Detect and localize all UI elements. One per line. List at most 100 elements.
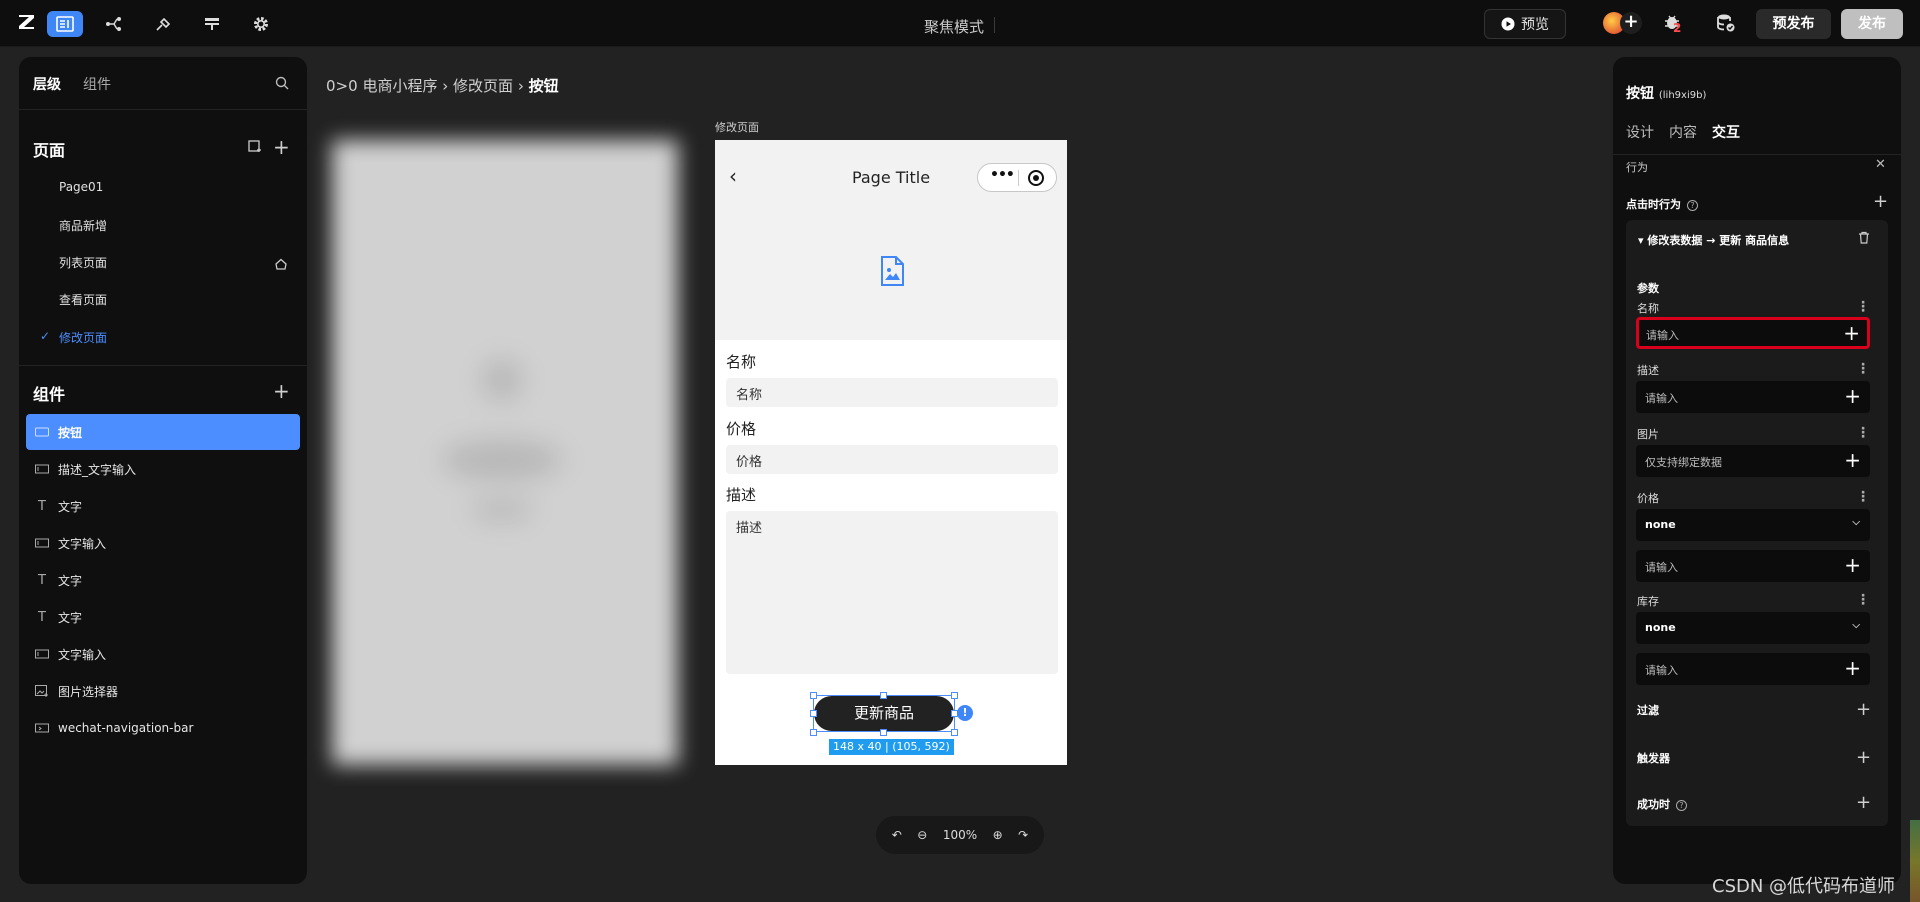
- plugin-icon[interactable]: [145, 11, 181, 37]
- more-vertical-icon[interactable]: ⋮: [1856, 300, 1870, 314]
- description-textarea[interactable]: 描述: [726, 511, 1058, 674]
- tab-components[interactable]: 组件: [83, 74, 111, 94]
- price-input[interactable]: 价格: [726, 445, 1058, 474]
- resize-handle[interactable]: [951, 692, 958, 699]
- component-item-text-input[interactable]: 文字输入: [26, 636, 300, 672]
- param-name-label: 名称: [1637, 302, 1659, 315]
- flow-icon[interactable]: [96, 11, 132, 37]
- add-binding-icon[interactable]: +: [1844, 658, 1861, 678]
- tab-design[interactable]: 设计: [1626, 122, 1654, 142]
- phone-page-frame[interactable]: ‹ Page Title ••• 名称 名称 价格 价格 描述 描述 更新商品 …: [715, 140, 1067, 765]
- param-price-input[interactable]: 请输入 +: [1636, 550, 1870, 582]
- undo-icon[interactable]: ↶: [892, 828, 902, 842]
- caret-down-icon: ▾: [1638, 234, 1648, 247]
- page-item-list[interactable]: 列表页面: [59, 254, 107, 271]
- zoom-out-icon[interactable]: ⊖: [917, 828, 927, 842]
- add-component-icon[interactable]: +: [273, 381, 290, 401]
- more-vertical-icon[interactable]: ⋮: [1856, 426, 1870, 440]
- focus-mode-label[interactable]: 聚焦模式: [924, 16, 984, 37]
- add-page-icon[interactable]: +: [273, 137, 290, 157]
- param-stock-placeholder: 请输入: [1645, 664, 1678, 677]
- component-label: 图片选择器: [58, 684, 119, 699]
- close-circle-icon[interactable]: [1028, 170, 1044, 186]
- name-input[interactable]: 名称: [726, 378, 1058, 407]
- component-item-text[interactable]: T 文字: [26, 562, 300, 598]
- price-label: 价格: [726, 420, 757, 438]
- preview-label: 预览: [1521, 17, 1549, 33]
- add-on-success-icon[interactable]: +: [1856, 794, 1871, 812]
- add-trigger-icon[interactable]: +: [1856, 749, 1871, 767]
- param-price-select[interactable]: none ⌵: [1636, 509, 1870, 541]
- help-icon[interactable]: ?: [1676, 799, 1687, 811]
- param-name-input[interactable]: 请输入 +: [1636, 317, 1870, 349]
- resize-handle[interactable]: [880, 729, 887, 736]
- publish-button[interactable]: 发布: [1841, 9, 1903, 39]
- blurred-page-preview[interactable]: [332, 140, 678, 765]
- component-item-button[interactable]: 按钮: [26, 414, 300, 450]
- update-product-button[interactable]: 更新商品: [814, 696, 954, 731]
- resize-handle[interactable]: [810, 710, 817, 717]
- breadcrumb-app[interactable]: 电商小程序: [362, 77, 437, 95]
- add-binding-icon[interactable]: +: [1843, 323, 1860, 343]
- logo-icon[interactable]: [18, 13, 36, 31]
- component-title: 按钮 (lih9xi9b): [1626, 83, 1706, 103]
- mini-program-capsule[interactable]: •••: [977, 163, 1057, 192]
- add-folder-icon[interactable]: [248, 139, 262, 153]
- param-image-input[interactable]: 仅支持绑定数据 +: [1636, 445, 1870, 477]
- add-click-behavior-icon[interactable]: +: [1873, 193, 1888, 211]
- search-icon[interactable]: [275, 76, 289, 90]
- wechat-navigation-bar[interactable]: ‹ Page Title •••: [715, 140, 1067, 216]
- action-header[interactable]: ▾ 修改表数据 → 更新 商品信息: [1638, 232, 1789, 248]
- param-desc-input[interactable]: 请输入 +: [1636, 381, 1870, 413]
- breadcrumb-root[interactable]: 0>0: [326, 77, 358, 95]
- more-vertical-icon[interactable]: ⋮: [1856, 490, 1870, 504]
- tab-layers[interactable]: 层级: [33, 74, 61, 94]
- page-item-page01[interactable]: Page01: [59, 180, 103, 194]
- help-icon[interactable]: ?: [1687, 199, 1698, 211]
- page-item-edit[interactable]: 修改页面: [59, 329, 107, 346]
- more-vertical-icon[interactable]: ⋮: [1856, 593, 1870, 607]
- zoom-in-icon[interactable]: ⊕: [993, 828, 1003, 842]
- collapse-icon[interactable]: ✕: [1875, 157, 1886, 172]
- components-section-title: 组件: [33, 385, 66, 404]
- breadcrumb-page[interactable]: 修改页面: [453, 77, 513, 95]
- add-filter-icon[interactable]: +: [1856, 701, 1871, 719]
- component-item-text-input[interactable]: 文字输入: [26, 525, 300, 561]
- resize-handle[interactable]: [810, 692, 817, 699]
- more-vertical-icon[interactable]: ⋮: [1856, 362, 1870, 376]
- add-binding-icon[interactable]: +: [1844, 386, 1861, 406]
- param-stock-input[interactable]: 请输入 +: [1636, 653, 1870, 685]
- add-collaborator-icon[interactable]: +: [1620, 12, 1642, 34]
- delete-icon[interactable]: [1858, 231, 1870, 244]
- text-input-icon: [34, 647, 50, 661]
- prepublish-button[interactable]: 预发布: [1756, 9, 1831, 39]
- component-label: wechat-navigation-bar: [58, 721, 194, 735]
- preview-button[interactable]: 预览: [1484, 9, 1566, 39]
- component-item-text[interactable]: T 文字: [26, 599, 300, 635]
- component-item-desc-input[interactable]: 描述_文字输入: [26, 451, 300, 487]
- tab-content[interactable]: 内容: [1669, 122, 1697, 142]
- redo-icon[interactable]: ↷: [1018, 828, 1028, 842]
- focus-divider: [994, 17, 995, 33]
- component-label: 按钮: [58, 425, 83, 440]
- add-binding-icon[interactable]: +: [1844, 450, 1861, 470]
- resize-handle[interactable]: [810, 729, 817, 736]
- image-file-icon: [881, 256, 904, 286]
- component-item-nav-bar[interactable]: wechat-navigation-bar: [26, 710, 300, 746]
- param-stock-select[interactable]: none ⌵: [1636, 612, 1870, 644]
- warning-icon[interactable]: !: [957, 705, 973, 721]
- resize-handle[interactable]: [951, 729, 958, 736]
- resize-handle[interactable]: [880, 692, 887, 699]
- component-item-image-picker[interactable]: 图片选择器: [26, 673, 300, 709]
- add-binding-icon[interactable]: +: [1844, 555, 1861, 575]
- component-item-text[interactable]: T 文字: [26, 488, 300, 524]
- settings-gear-icon[interactable]: [243, 11, 279, 37]
- page-item-add-product[interactable]: 商品新增: [59, 217, 107, 234]
- database-check-icon[interactable]: [1716, 13, 1736, 33]
- pages-icon[interactable]: [47, 11, 83, 37]
- tab-interaction[interactable]: 交互: [1712, 122, 1740, 142]
- data-table-icon[interactable]: [194, 11, 230, 37]
- image-picker[interactable]: [715, 216, 1067, 340]
- more-dots-icon[interactable]: •••: [990, 167, 1015, 183]
- page-item-view[interactable]: 查看页面: [59, 291, 107, 308]
